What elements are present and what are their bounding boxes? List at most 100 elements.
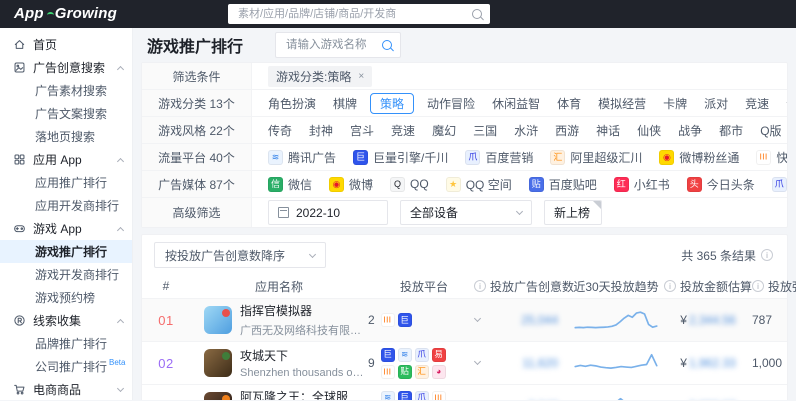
table-row[interactable]: 02攻城天下Shenzhen thousands of Yun ...9巨≋爪易… bbox=[142, 342, 787, 385]
trend-sparkline bbox=[574, 311, 658, 329]
platform-option[interactable]: ≋ 腾讯广告 bbox=[268, 149, 336, 166]
style-option[interactable]: Q版 bbox=[760, 122, 781, 139]
media-option[interactable]: ◉ 微博 bbox=[329, 176, 373, 193]
date-picker[interactable]: 2022-10 bbox=[268, 200, 388, 225]
global-search-input[interactable] bbox=[236, 7, 472, 21]
intensity-cell: 787 bbox=[752, 313, 773, 327]
platform-option[interactable]: ◉ 微博粉丝通 bbox=[659, 149, 739, 166]
style-option[interactable]: 水浒 bbox=[514, 122, 538, 139]
sidebar-group[interactable]: 首页 bbox=[0, 33, 132, 56]
search-icon[interactable] bbox=[472, 9, 482, 19]
app-icon[interactable] bbox=[204, 349, 232, 377]
game-search-box[interactable] bbox=[275, 32, 402, 58]
app-name[interactable]: 阿瓦隆之王：全球服 bbox=[240, 388, 361, 400]
company-name: 广西无及网络科技有限公司 bbox=[240, 325, 366, 337]
style-option[interactable]: 神话 bbox=[596, 122, 620, 139]
sidebar-item[interactable]: 广告文案搜索 bbox=[0, 102, 132, 125]
category-option[interactable]: 音乐游戏 bbox=[786, 95, 787, 112]
sidebar-item[interactable]: 公司推广排行 Beta bbox=[0, 355, 132, 378]
filter-label: 筛选条件 bbox=[142, 63, 252, 89]
sidebar-item-label: 广告素材搜索 bbox=[35, 84, 108, 98]
info-icon[interactable]: i bbox=[664, 280, 676, 292]
sidebar-item[interactable]: 应用开发商排行 bbox=[0, 194, 132, 217]
new-on-list-label: 新上榜 bbox=[554, 206, 591, 220]
sidebar-group[interactable]: 电商商品 bbox=[0, 378, 132, 401]
tencent-platform-icon: ≋ bbox=[268, 149, 283, 165]
media-option[interactable]: 贴百度贴吧 bbox=[528, 176, 597, 193]
category-option[interactable]: 派对 bbox=[704, 95, 728, 112]
sidebar-item[interactable]: 品牌推广排行 bbox=[0, 332, 132, 355]
kuaishou-platform-icon: ||| bbox=[431, 390, 446, 400]
sidebar-group[interactable]: 应用 App bbox=[0, 148, 132, 171]
app-name[interactable]: 指挥官模拟器 bbox=[240, 302, 366, 319]
filter-tag[interactable]: 游戏分类:策略 × bbox=[268, 65, 373, 87]
close-icon[interactable]: × bbox=[358, 71, 364, 82]
media-option[interactable]: 爪手机百度 bbox=[771, 176, 787, 193]
style-option[interactable]: 封神 bbox=[309, 122, 333, 139]
app-icon[interactable] bbox=[204, 392, 232, 400]
media-option[interactable]: 头今日头条 bbox=[686, 176, 755, 193]
sidebar-group[interactable]: 广告创意搜索 bbox=[0, 56, 132, 79]
sidebar-item-label: 应用 App bbox=[33, 153, 82, 167]
sidebar-item-label: 游戏 App bbox=[33, 222, 82, 236]
sidebar-item[interactable]: 游戏预约榜 bbox=[0, 286, 132, 309]
cart-icon bbox=[12, 383, 26, 397]
game-search-icon[interactable] bbox=[382, 40, 393, 50]
style-option[interactable]: 传奇 bbox=[268, 122, 292, 139]
style-option[interactable]: 战争 bbox=[678, 122, 702, 139]
app-name-cell: 指挥官模拟器广西无及网络科技有限公司 bbox=[190, 299, 368, 341]
sidebar-item[interactable]: 落地页搜索 bbox=[0, 125, 132, 148]
sidebar-group[interactable]: 游戏 App bbox=[0, 217, 132, 240]
info-icon[interactable]: i bbox=[474, 280, 486, 292]
app-icon[interactable] bbox=[204, 306, 232, 334]
sort-dropdown[interactable]: 按投放广告创意数降序 bbox=[154, 242, 326, 268]
platform-option[interactable]: 爪百度营销 bbox=[465, 149, 533, 166]
category-option[interactable]: 竞速 bbox=[745, 95, 769, 112]
style-option[interactable]: 竞速 bbox=[391, 122, 415, 139]
platform-option-label: 阿里超级汇川 bbox=[570, 150, 643, 165]
app-name[interactable]: 攻城天下 bbox=[240, 347, 366, 364]
style-option[interactable]: 魔幻 bbox=[432, 122, 456, 139]
appgrowing-logo[interactable]: App Growing bbox=[14, 5, 117, 24]
media-option[interactable]: 信微信 bbox=[268, 176, 312, 193]
chevron-down-icon bbox=[515, 207, 524, 216]
game-search-input[interactable] bbox=[284, 38, 383, 52]
sidebar-item-label: 游戏预约榜 bbox=[35, 291, 96, 305]
info-icon[interactable]: i bbox=[761, 249, 773, 261]
category-option[interactable]: 策略 bbox=[370, 92, 415, 114]
media-option[interactable]: ★ QQ 空间 bbox=[445, 176, 512, 193]
media-option[interactable]: Q QQ bbox=[390, 176, 429, 192]
huichuan-platform-icon: 汇 bbox=[414, 364, 429, 379]
category-option[interactable]: 动作冒险 bbox=[427, 95, 475, 112]
category-option[interactable]: 休闲益智 bbox=[492, 95, 540, 112]
new-on-list-toggle[interactable]: 新上榜 bbox=[544, 200, 602, 225]
platform-option[interactable]: 汇阿里超级汇川 bbox=[550, 149, 642, 166]
category-option[interactable]: 卡牌 bbox=[663, 95, 687, 112]
style-option[interactable]: 三国 bbox=[473, 122, 497, 139]
device-select[interactable]: 全部设备 bbox=[400, 200, 532, 225]
sidebar-item[interactable]: 游戏推广排行 bbox=[0, 240, 132, 263]
sort-label: 按投放广告创意数降序 bbox=[165, 248, 286, 263]
sidebar-item[interactable]: 广告素材搜索 bbox=[0, 79, 132, 102]
sidebar-item[interactable]: 应用推广排行 bbox=[0, 171, 132, 194]
table-row[interactable]: 03 阿瓦隆之王：全球服北京能量盒科技有限公司 5≋巨爪|||易7,342 ¥3,08… bbox=[142, 385, 787, 400]
global-search-box[interactable] bbox=[228, 4, 490, 24]
platform-option[interactable]: ||| 快手磁力引擎 bbox=[756, 149, 787, 166]
category-option[interactable]: 体育 bbox=[557, 95, 581, 112]
style-option[interactable]: 都市 bbox=[719, 122, 743, 139]
style-option[interactable]: 仙侠 bbox=[637, 122, 661, 139]
sidebar-item[interactable]: 游戏开发商排行 bbox=[0, 263, 132, 286]
chevron-up-icon bbox=[116, 226, 125, 234]
sidebar-group[interactable]: 线索收集 bbox=[0, 309, 132, 332]
media-option[interactable]: 红小红书 bbox=[613, 176, 670, 193]
table-row[interactable]: 01 指挥官模拟器 广西无及网络科技有限公司 2 ||| 巨 25,044 ¥2,344.56… bbox=[142, 299, 787, 342]
category-option[interactable]: 棋牌 bbox=[333, 95, 357, 112]
style-option[interactable]: 宫斗 bbox=[350, 122, 374, 139]
juliang-platform-icon: 巨 bbox=[397, 313, 412, 327]
style-option[interactable]: 西游 bbox=[555, 122, 579, 139]
platform-option[interactable]: 巨巨量引擎/千川 bbox=[353, 149, 448, 166]
info-icon[interactable]: i bbox=[752, 280, 764, 292]
category-option[interactable]: 模拟经营 bbox=[598, 95, 646, 112]
category-option[interactable]: 角色扮演 bbox=[268, 95, 316, 112]
intensity-cell: 886 bbox=[752, 385, 792, 400]
